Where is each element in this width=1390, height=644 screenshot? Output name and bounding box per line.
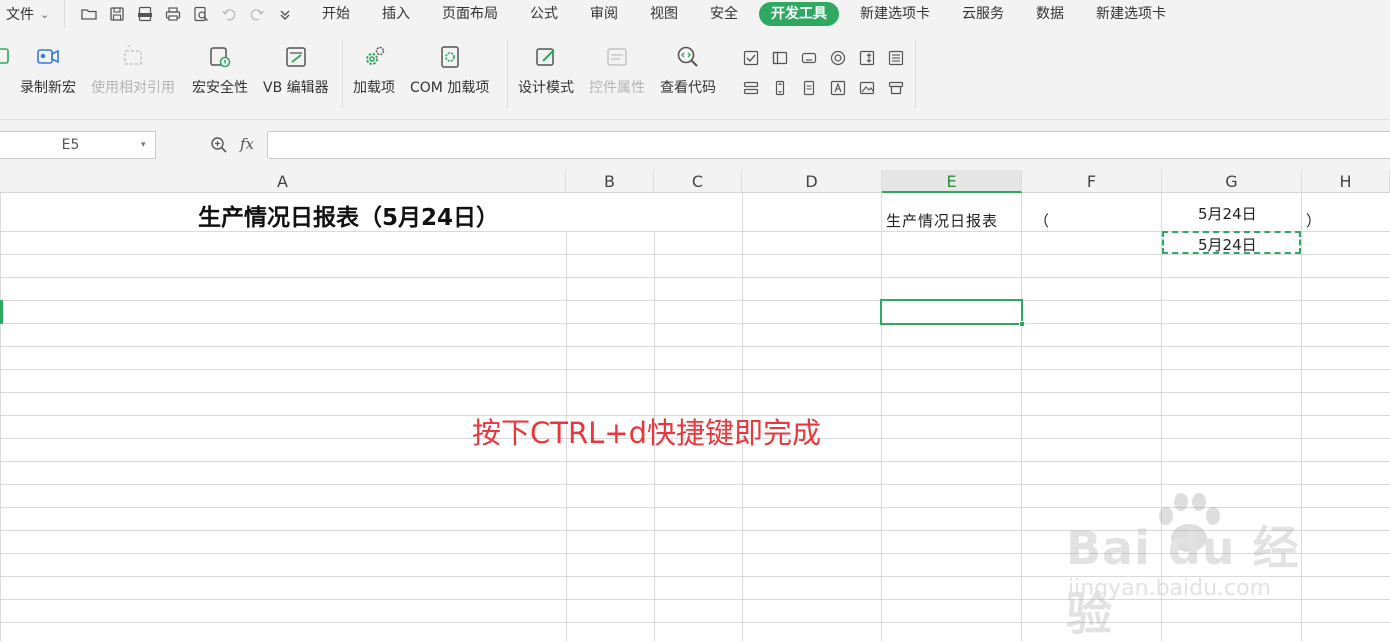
print-icon[interactable] bbox=[159, 0, 187, 28]
chevron-down-icon: ⌄ bbox=[40, 7, 50, 21]
name-box-value: E5 bbox=[61, 137, 80, 153]
addins-button[interactable]: 加载项 bbox=[353, 42, 395, 97]
formula-input[interactable] bbox=[267, 131, 1390, 159]
column-header-h[interactable]: H bbox=[1302, 170, 1390, 193]
run-macro-icon bbox=[0, 42, 16, 72]
ribbon-divider bbox=[342, 40, 343, 108]
column-header-c[interactable]: C bbox=[654, 170, 742, 193]
ribbon-tabs: 开始 插入 页面布局 公式 审阅 视图 安全 开发工具 新建选项卡 云服务 数据… bbox=[311, 2, 1187, 26]
cell-a1-title[interactable]: 生产情况日报表（5月24日） bbox=[198, 198, 499, 232]
vb-editor-button[interactable]: VB 编辑器 bbox=[263, 42, 329, 97]
view-code-icon bbox=[673, 42, 703, 72]
relative-reference-button[interactable]: " 使用相对引用 bbox=[91, 42, 175, 97]
tab-insert[interactable]: 插入 bbox=[371, 2, 421, 26]
svg-text:": " bbox=[127, 45, 131, 53]
instruction-annotation: 按下CTRL+d快捷键即完成 bbox=[472, 416, 821, 450]
column-header-a[interactable]: A bbox=[0, 170, 566, 193]
cell-h1[interactable]: ） bbox=[1306, 210, 1321, 231]
print-preview-icon[interactable] bbox=[187, 0, 215, 28]
tab-new-tab-2[interactable]: 新建选项卡 bbox=[1085, 2, 1177, 26]
record-macro-label: 录制新宏 bbox=[20, 80, 76, 96]
record-macro-button[interactable]: 录制新宏 bbox=[20, 42, 76, 97]
button-control-icon[interactable] bbox=[799, 48, 819, 68]
vb-editor-label: VB 编辑器 bbox=[263, 80, 329, 96]
ribbon-divider bbox=[507, 40, 508, 108]
more-controls-icon[interactable] bbox=[886, 78, 906, 98]
run-macro-button[interactable] bbox=[0, 42, 16, 72]
tab-view[interactable]: 视图 bbox=[639, 2, 689, 26]
design-mode-label: 设计模式 bbox=[518, 80, 574, 96]
scrollbar-control-icon[interactable] bbox=[770, 78, 790, 98]
pdf-icon[interactable] bbox=[131, 0, 159, 28]
cell-g2[interactable]: 5月24日 bbox=[1198, 234, 1257, 255]
macro-security-button[interactable]: 宏安全性 bbox=[192, 42, 248, 97]
tab-page-layout[interactable]: 页面布局 bbox=[431, 2, 509, 26]
checkbox-control-icon[interactable] bbox=[741, 48, 761, 68]
image-control-icon[interactable] bbox=[857, 78, 877, 98]
tab-new-tab-1[interactable]: 新建选项卡 bbox=[849, 2, 941, 26]
cell-g1[interactable]: 5月24日 bbox=[1198, 203, 1257, 224]
file-menu[interactable]: 文件 ⌄ bbox=[0, 4, 64, 24]
tab-review[interactable]: 审阅 bbox=[579, 2, 629, 26]
record-macro-icon bbox=[33, 42, 63, 72]
view-code-button[interactable]: 查看代码 bbox=[660, 42, 716, 97]
com-addins-icon bbox=[435, 42, 465, 72]
active-row-marker bbox=[0, 300, 3, 324]
tab-security[interactable]: 安全 bbox=[699, 2, 749, 26]
formula-bar: E5 ▾ fx bbox=[0, 120, 1390, 170]
redo-icon[interactable] bbox=[243, 0, 271, 28]
frame-control-icon[interactable] bbox=[770, 48, 790, 68]
tab-formulas[interactable]: 公式 bbox=[519, 2, 569, 26]
view-code-label: 查看代码 bbox=[660, 80, 716, 96]
quick-access-toolbar bbox=[64, 0, 299, 28]
column-header-b[interactable]: B bbox=[566, 170, 654, 193]
control-properties-button[interactable]: 控件属性 bbox=[589, 42, 645, 97]
macro-security-icon bbox=[205, 42, 235, 72]
design-mode-button[interactable]: 设计模式 bbox=[518, 42, 574, 97]
caret-down-icon[interactable]: ▾ bbox=[141, 140, 155, 150]
tab-cloud-services[interactable]: 云服务 bbox=[951, 2, 1015, 26]
combobox-control-icon[interactable] bbox=[741, 78, 761, 98]
active-cell-selection[interactable] bbox=[880, 299, 1025, 327]
undo-icon[interactable] bbox=[215, 0, 243, 28]
insert-function-button[interactable]: fx bbox=[240, 135, 254, 153]
tab-developer[interactable]: 开发工具 bbox=[759, 2, 839, 26]
open-folder-icon[interactable] bbox=[75, 0, 103, 28]
relative-reference-icon: " bbox=[118, 42, 148, 72]
com-addins-label: COM 加载项 bbox=[410, 80, 490, 96]
watermark-site: jingyan.baidu.com bbox=[1068, 576, 1272, 601]
ribbon-divider bbox=[915, 40, 916, 108]
listbox-control-icon[interactable] bbox=[886, 48, 906, 68]
baidu-jingyan-watermark: Bai du 经验 jingyan.baidu.com bbox=[1066, 490, 1326, 641]
cell-e1[interactable]: 生产情况日报表 bbox=[886, 210, 998, 231]
zoom-search-icon[interactable] bbox=[210, 136, 228, 154]
macro-security-label: 宏安全性 bbox=[192, 80, 248, 96]
cell-f1[interactable]: （ bbox=[1034, 210, 1049, 231]
addins-label: 加载项 bbox=[353, 80, 395, 96]
tab-home[interactable]: 开始 bbox=[311, 2, 361, 26]
design-mode-icon bbox=[531, 42, 561, 72]
tab-data[interactable]: 数据 bbox=[1025, 2, 1075, 26]
column-header-d[interactable]: D bbox=[742, 170, 882, 193]
save-icon[interactable] bbox=[103, 0, 131, 28]
radio-control-icon[interactable] bbox=[828, 48, 848, 68]
textbox-control-icon[interactable] bbox=[799, 78, 819, 98]
addins-gear-icon bbox=[359, 42, 389, 72]
customize-dropdown-icon[interactable] bbox=[271, 0, 299, 28]
name-box[interactable]: E5 ▾ bbox=[0, 131, 156, 159]
label-control-icon[interactable] bbox=[828, 78, 848, 98]
file-menu-label: 文件 bbox=[6, 7, 34, 23]
menu-bar: 文件 ⌄ 开始 插入 页面布局 公式 审阅 视图 安全 开发工具 新建选项卡 云… bbox=[0, 0, 1390, 28]
developer-ribbon: 录制新宏 " 使用相对引用 宏安全性 VB 编辑器 加载项 COM 加载项 设计… bbox=[0, 28, 1390, 120]
column-header-g[interactable]: G bbox=[1162, 170, 1302, 193]
vb-editor-icon bbox=[281, 42, 311, 72]
relative-reference-label: 使用相对引用 bbox=[91, 80, 175, 96]
control-properties-label: 控件属性 bbox=[589, 80, 645, 96]
com-addins-button[interactable]: COM 加载项 bbox=[410, 42, 489, 97]
spin-control-icon[interactable] bbox=[857, 48, 877, 68]
control-properties-icon bbox=[602, 42, 632, 72]
column-header-e[interactable]: E bbox=[882, 170, 1022, 193]
column-header-f[interactable]: F bbox=[1022, 170, 1162, 193]
fill-handle[interactable] bbox=[1019, 321, 1025, 327]
